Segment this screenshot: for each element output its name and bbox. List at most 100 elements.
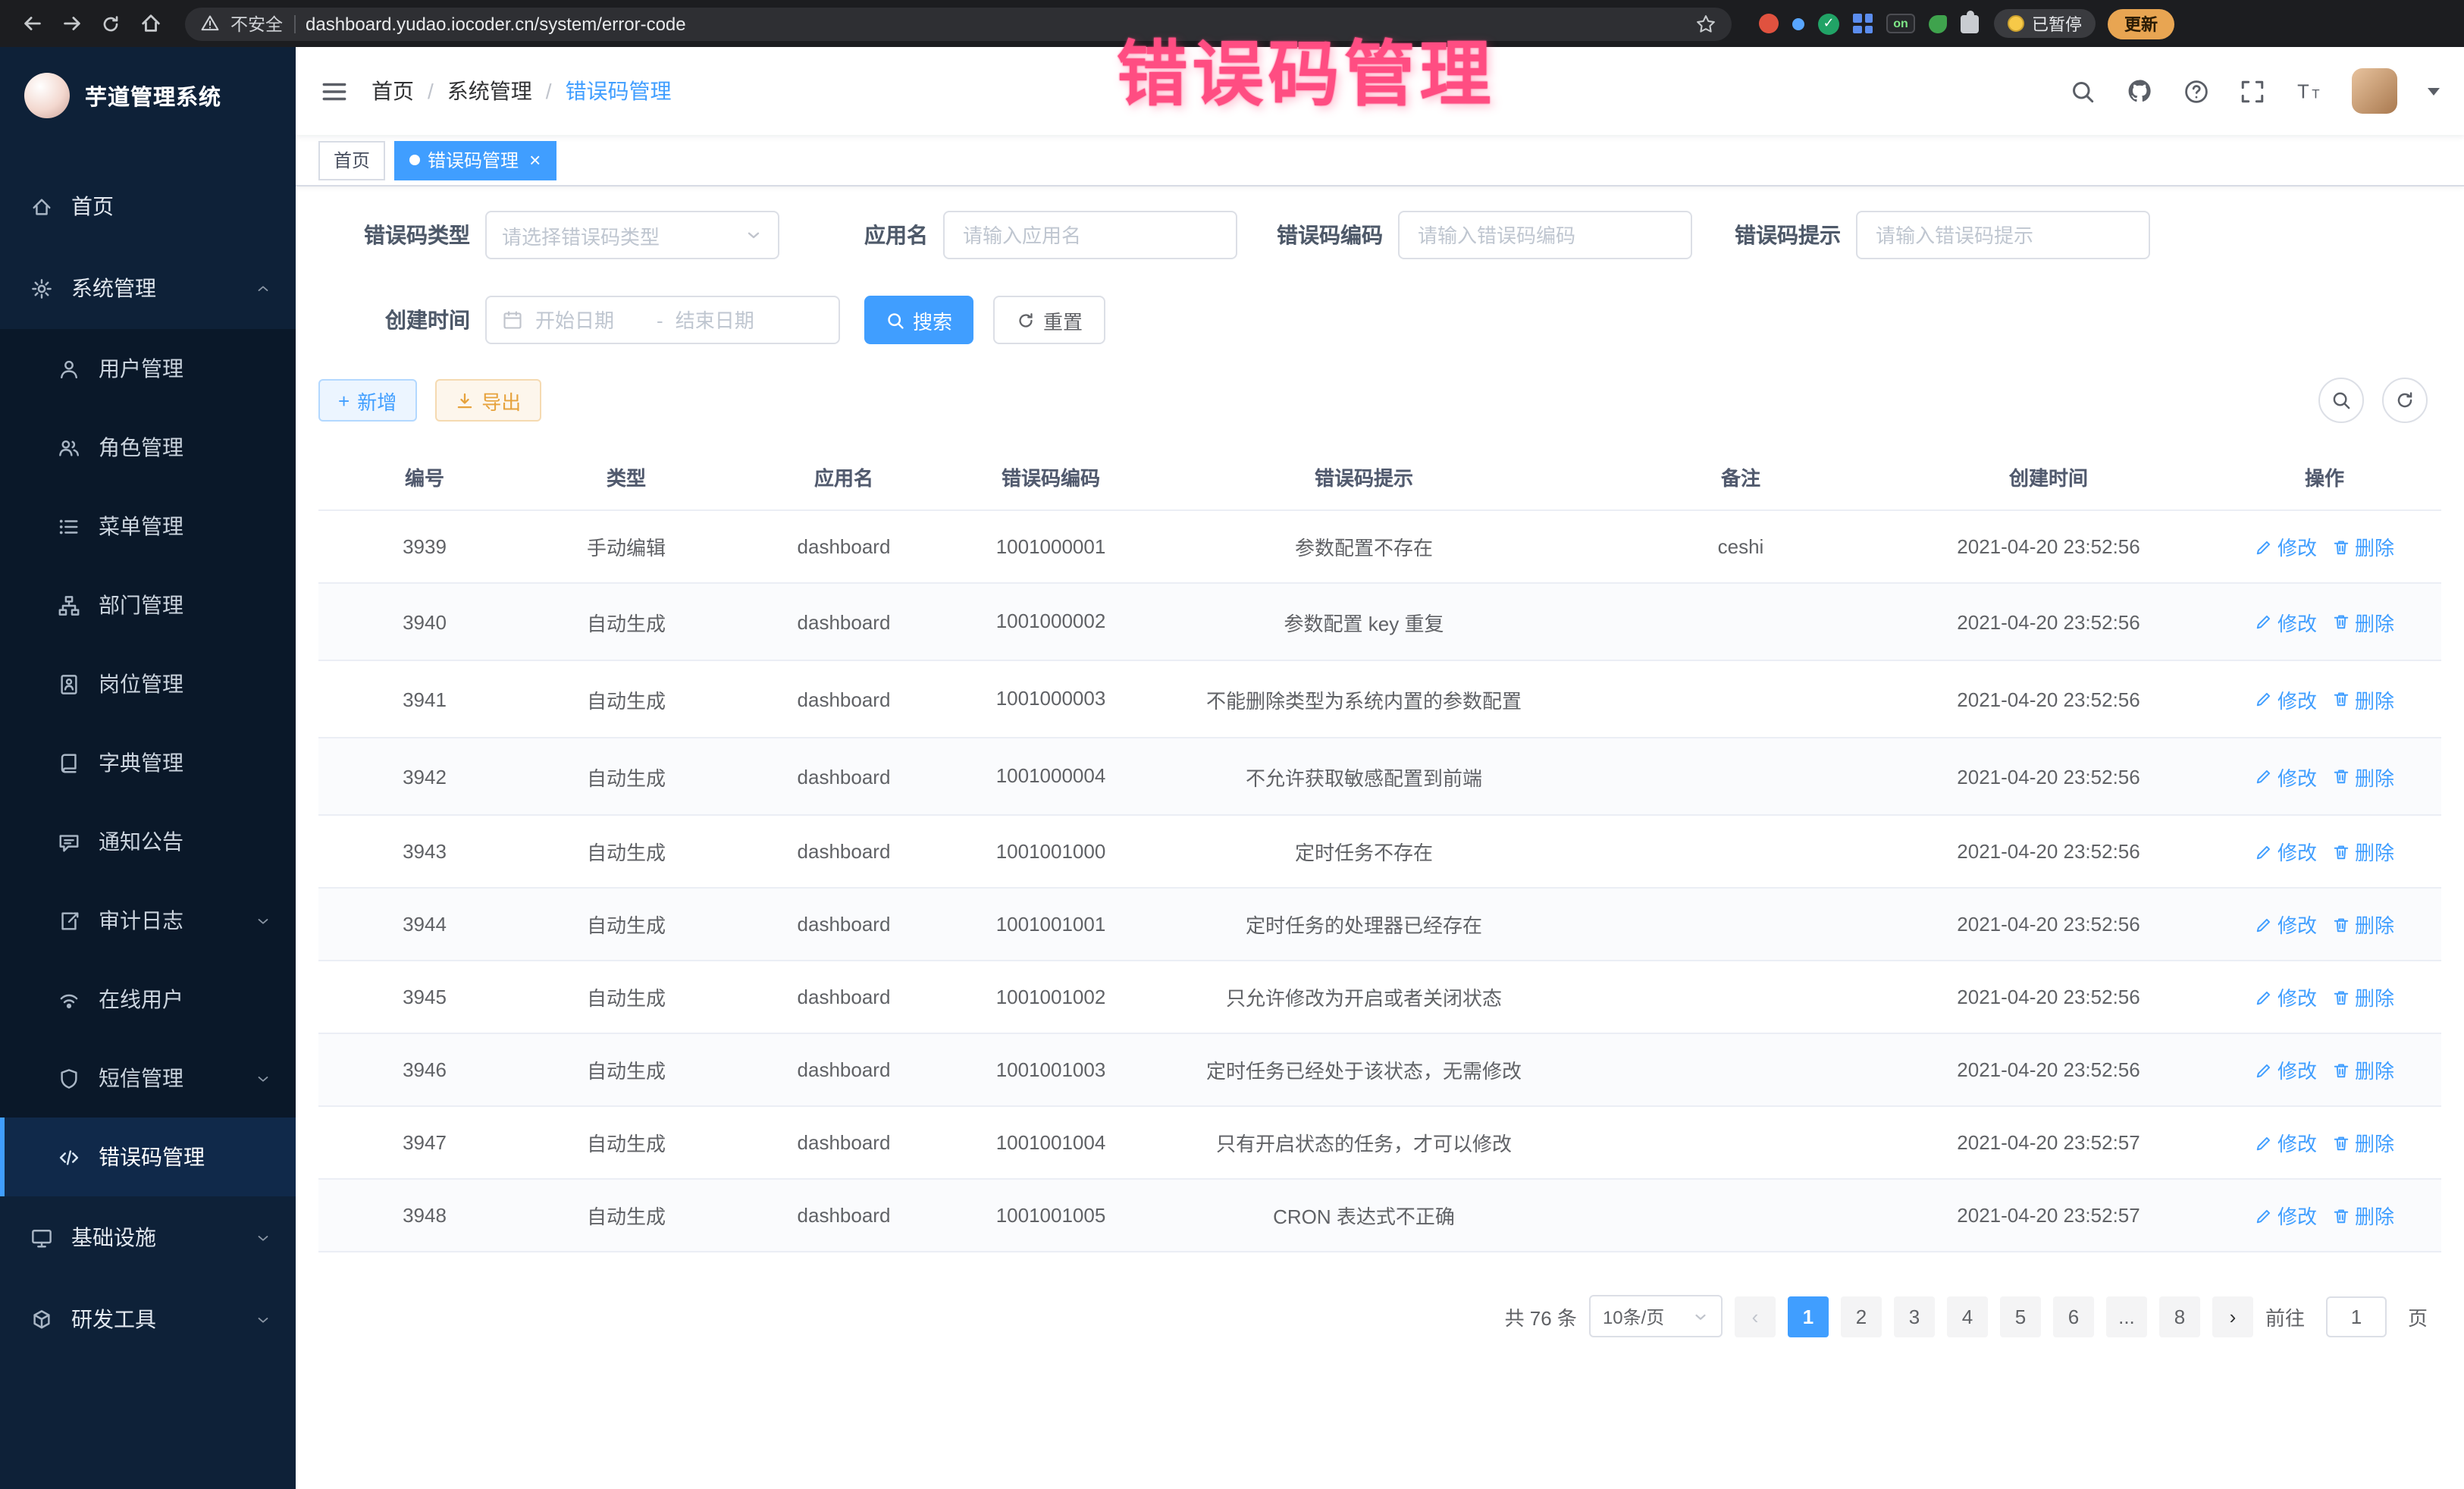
page-button[interactable]: 6 — [2053, 1296, 2094, 1337]
help-icon[interactable] — [2183, 78, 2209, 104]
close-icon[interactable]: × — [529, 150, 541, 170]
extension-icon[interactable] — [1792, 17, 1804, 30]
font-size-icon[interactable]: TT — [2296, 78, 2321, 104]
cell-app: dashboard — [722, 510, 966, 583]
extension-icon[interactable] — [1759, 14, 1779, 33]
delete-link[interactable]: 删除 — [2332, 1056, 2394, 1085]
delete-link[interactable]: 删除 — [2332, 685, 2394, 713]
error-message-input[interactable] — [1856, 211, 2150, 259]
delete-link[interactable]: 删除 — [2332, 1202, 2394, 1230]
edit-link[interactable]: 修改 — [2255, 607, 2317, 636]
user-avatar[interactable] — [2352, 68, 2397, 114]
edit-link[interactable]: 修改 — [2255, 911, 2317, 939]
forward-button[interactable] — [55, 7, 88, 40]
dictionary-icon — [58, 751, 80, 774]
start-date-input[interactable] — [535, 309, 644, 331]
app-name-input[interactable] — [943, 211, 1237, 259]
tab-home[interactable]: 首页 — [318, 140, 385, 180]
delete-link[interactable]: 删除 — [2332, 838, 2394, 867]
delete-link[interactable]: 删除 — [2332, 532, 2394, 561]
not-secure-warning-icon — [200, 14, 220, 33]
sidebar-item[interactable]: 部门管理 — [0, 566, 296, 644]
calendar-icon — [502, 309, 523, 331]
breadcrumb-item-home[interactable]: 首页 — [371, 76, 414, 106]
home-button[interactable] — [133, 7, 167, 40]
error-type-select[interactable]: 请选择错误码类型 — [485, 211, 779, 259]
delete-link[interactable]: 删除 — [2332, 911, 2394, 939]
search-button[interactable]: 搜索 — [864, 296, 973, 344]
hamburger-icon[interactable] — [320, 77, 349, 105]
export-button[interactable]: 导出 — [434, 379, 541, 422]
extension-icon[interactable]: ✓ — [1818, 13, 1839, 34]
show-search-button[interactable] — [2318, 378, 2364, 423]
delete-link[interactable]: 删除 — [2332, 762, 2394, 791]
logo[interactable]: 芋道管理系统 — [0, 47, 296, 144]
edit-link[interactable]: 修改 — [2255, 1202, 2317, 1230]
sidebar-item[interactable]: 通知公告 — [0, 802, 296, 881]
github-icon[interactable] — [2126, 77, 2153, 105]
sidebar-item[interactable]: 系统管理 — [0, 247, 296, 329]
sidebar-item[interactable]: 短信管理 — [0, 1039, 296, 1118]
reload-button[interactable] — [94, 7, 127, 40]
chevron-down-icon[interactable] — [2428, 87, 2440, 95]
edit-link[interactable]: 修改 — [2255, 762, 2317, 791]
add-button[interactable]: + 新增 — [318, 379, 416, 422]
edit-link[interactable]: 修改 — [2255, 685, 2317, 713]
search-icon[interactable] — [2070, 78, 2096, 104]
sidebar-item[interactable]: 菜单管理 — [0, 487, 296, 566]
delete-link[interactable]: 删除 — [2332, 983, 2394, 1012]
reset-button[interactable]: 重置 — [993, 296, 1105, 344]
extensions-puzzle-icon[interactable] — [1961, 14, 1979, 33]
page-button[interactable]: 4 — [1947, 1296, 1988, 1337]
refresh-button[interactable] — [2382, 378, 2428, 423]
fullscreen-icon[interactable] — [2240, 78, 2265, 104]
cell-created: 2021-04-20 23:52:56 — [1889, 510, 2208, 583]
sidebar-item[interactable]: 用户管理 — [0, 329, 296, 408]
sidebar-item[interactable]: 角色管理 — [0, 408, 296, 487]
sidebar-item[interactable]: 在线用户 — [0, 960, 296, 1039]
page-ellipsis[interactable]: ... — [2106, 1296, 2147, 1337]
page-button[interactable]: 5 — [2000, 1296, 2041, 1337]
delete-link[interactable]: 删除 — [2332, 1129, 2394, 1158]
cell-code: 1001000001 — [966, 510, 1136, 583]
bookmark-star-icon[interactable] — [1695, 13, 1716, 34]
extension-icon[interactable]: on — [1886, 14, 1915, 33]
next-page-button[interactable]: › — [2212, 1296, 2253, 1337]
back-button[interactable] — [15, 7, 49, 40]
page-size-select[interactable]: 10条/页 — [1589, 1296, 1723, 1338]
page-button[interactable]: 2 — [1841, 1296, 1882, 1337]
page-button[interactable]: 8 — [2159, 1296, 2200, 1337]
sidebar-item[interactable]: 基础设施 — [0, 1196, 296, 1278]
sidebar-item[interactable]: 错误码管理 — [0, 1118, 296, 1196]
page-button[interactable]: 1 — [1788, 1296, 1829, 1337]
extension-icon[interactable] — [1929, 14, 1947, 33]
paused-badge[interactable]: 已暂停 — [1994, 9, 2096, 38]
edit-link[interactable]: 修改 — [2255, 532, 2317, 561]
breadcrumb-item-system[interactable]: 系统管理 — [447, 76, 532, 106]
goto-page-input[interactable] — [2326, 1296, 2387, 1337]
sidebar-item-label: 通知公告 — [99, 826, 183, 857]
sidebar-item[interactable]: 首页 — [0, 165, 296, 247]
sidebar-item[interactable]: 研发工具 — [0, 1278, 296, 1360]
browser-update-button[interactable]: 更新 — [2108, 8, 2174, 39]
chevron-down-icon — [255, 1070, 271, 1086]
delete-label: 删除 — [2355, 911, 2394, 939]
edit-link[interactable]: 修改 — [2255, 1056, 2317, 1085]
prev-page-button[interactable]: ‹ — [1735, 1296, 1776, 1337]
page-button[interactable]: 3 — [1894, 1296, 1935, 1337]
edit-link[interactable]: 修改 — [2255, 1129, 2317, 1158]
sidebar-item[interactable]: 字典管理 — [0, 723, 296, 802]
address-bar[interactable]: 不安全 dashboard.yudao.iocoder.cn/system/er… — [185, 7, 1732, 40]
error-code-input[interactable] — [1398, 211, 1692, 259]
edit-link[interactable]: 修改 — [2255, 838, 2317, 867]
edit-link[interactable]: 修改 — [2255, 983, 2317, 1012]
delete-label: 删除 — [2355, 1202, 2394, 1230]
sidebar-item[interactable]: 审计日志 — [0, 881, 296, 960]
delete-link[interactable]: 删除 — [2332, 607, 2394, 636]
date-range-picker[interactable]: - — [485, 296, 840, 344]
extension-icon[interactable] — [1853, 14, 1873, 33]
sidebar-item[interactable]: 岗位管理 — [0, 644, 296, 723]
cell-code: 1001000004 — [966, 738, 1136, 815]
end-date-input[interactable] — [676, 309, 785, 331]
tab-error-code[interactable]: 错误码管理 × — [394, 140, 556, 180]
